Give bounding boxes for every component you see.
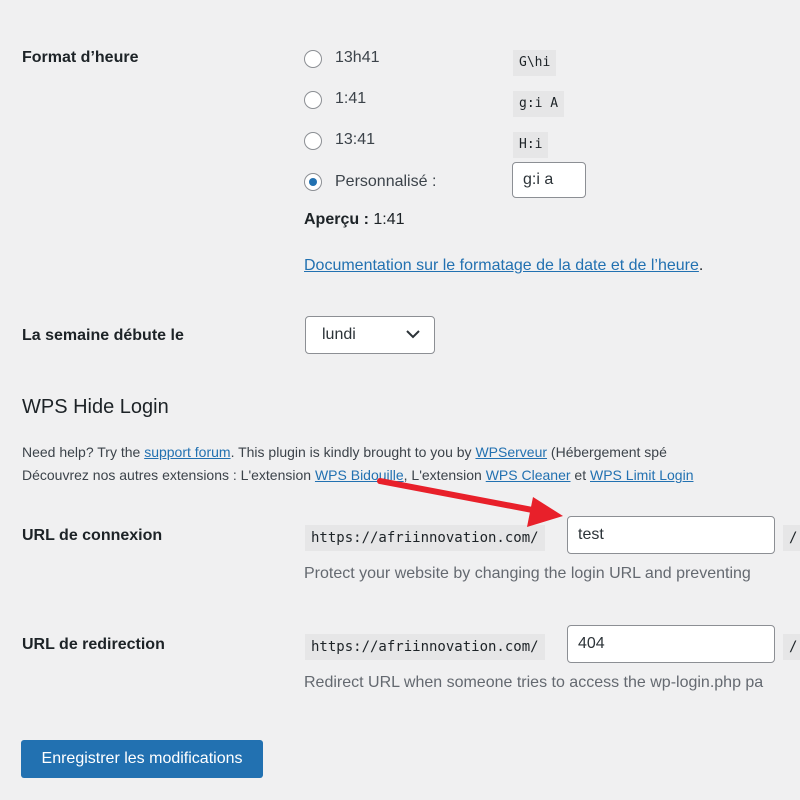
redirect-url-prefix: https://afriinnovation.com/: [305, 634, 545, 660]
save-changes-button[interactable]: Enregistrer les modifications: [21, 740, 263, 778]
support-forum-link[interactable]: support forum: [144, 444, 230, 460]
date-time-doc-link[interactable]: Documentation sur le formatage de la dat…: [304, 257, 699, 274]
custom-format-input[interactable]: g:i a: [512, 162, 586, 198]
preview: Aperçu : 1:41: [304, 211, 405, 229]
radio-13-41-label[interactable]: 13:41: [335, 131, 375, 149]
radio-custom-label[interactable]: Personnalisé :: [335, 173, 436, 191]
redirect-url-label: URL de redirection: [22, 636, 165, 653]
wps-limit-login-link[interactable]: WPS Limit Login: [590, 467, 693, 483]
login-url-input[interactable]: test: [567, 516, 775, 554]
week-start-value: lundi: [322, 326, 356, 343]
wps-hide-login-title: WPS Hide Login: [22, 396, 169, 418]
help-suffix: (Hébergement spé: [547, 444, 667, 460]
doc-link-row: Documentation sur le formatage de la dat…: [304, 257, 703, 275]
preview-value: 1:41: [373, 211, 405, 228]
wpserveur-link[interactable]: WPServeur: [475, 444, 547, 460]
format-code-13h41: G\hi: [513, 50, 557, 76]
help-line: Need help? Try the support forum. This p…: [22, 444, 667, 460]
login-url-description: Protect your website by changing the log…: [304, 565, 751, 582]
extensions-line: Découvrez nos autres extensions : L'exte…: [22, 467, 693, 483]
week-start-label: La semaine débute le: [22, 327, 184, 344]
radio-13h41-label[interactable]: 13h41: [335, 49, 380, 67]
redirect-url-description: Redirect URL when someone tries to acces…: [304, 674, 764, 691]
preview-label: Aperçu :: [304, 211, 369, 228]
week-start-select[interactable]: lundi: [305, 316, 435, 354]
time-format-label: Format d’heure: [22, 49, 139, 66]
help-mid: . This plugin is kindly brought to you b…: [230, 444, 476, 460]
chevron-down-icon: [406, 326, 420, 344]
help-prefix: Need help? Try the: [22, 444, 145, 460]
redirect-url-suffix: /: [783, 634, 800, 660]
doc-link-period: .: [698, 257, 704, 274]
ext-prefix: Découvrez nos autres extensions : L'exte…: [22, 467, 315, 483]
red-arrow-annotation: [377, 478, 563, 527]
login-url-suffix: /: [783, 525, 800, 551]
radio-custom[interactable]: [304, 173, 322, 191]
format-code-1-41: g:i A: [513, 91, 565, 117]
radio-13-41[interactable]: [304, 132, 322, 150]
login-url-label: URL de connexion: [22, 527, 163, 544]
format-code-13-41: H:i: [513, 132, 549, 158]
radio-1-41[interactable]: [304, 91, 322, 109]
redirect-url-input[interactable]: 404: [567, 625, 775, 663]
radio-1-41-label[interactable]: 1:41: [335, 90, 366, 108]
radio-13h41[interactable]: [304, 50, 322, 68]
